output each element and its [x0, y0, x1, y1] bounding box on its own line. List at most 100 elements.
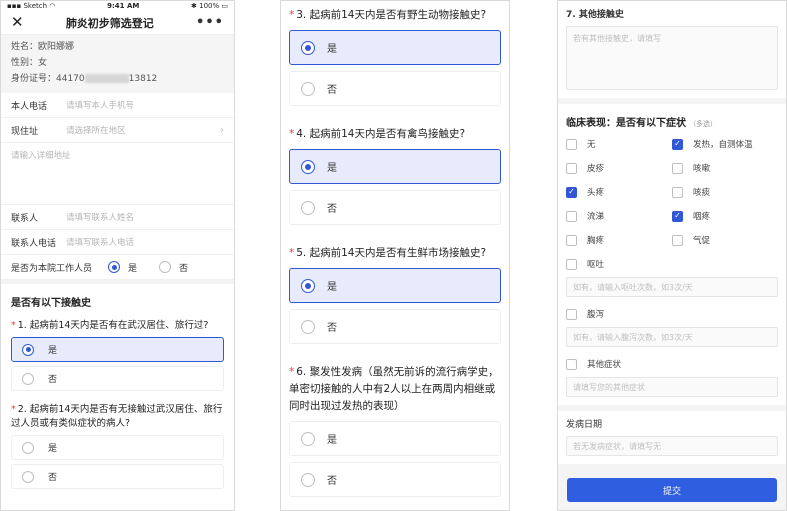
radio-unchecked-icon [22, 372, 34, 385]
q4-yes-option[interactable]: 是 [289, 149, 501, 184]
onset-card: 发病日期 若无发病症状，请填写无 [558, 411, 786, 464]
address-field[interactable]: 现住址 请选择所在地区 › [1, 118, 234, 143]
other-exposure-card: 7. 其他接触史 若有其他接触史，请填写 [558, 1, 786, 98]
patient-id: 身份证号：44170 13812 [11, 74, 158, 84]
onset-input[interactable]: 若无发病症状，请填写无 [566, 436, 778, 456]
vomit-count-input[interactable]: 如有，请输入呕吐次数，如3次/天 [566, 277, 778, 297]
symptom-rash[interactable]: 皮疹 [566, 161, 672, 175]
radio-checked-icon [301, 159, 315, 174]
status-bar: ▪▪▪ Sketch ◠ 9:41 AM ✱ 100% ▭ [1, 1, 234, 11]
radio-unchecked-icon [301, 472, 315, 487]
staff-yes-radio[interactable]: 是 [108, 261, 137, 274]
battery-label: ✱ 100% ▭ [191, 2, 228, 10]
symptom-diarrhea[interactable]: 腹泻 [566, 307, 778, 321]
radio-unchecked-icon [159, 261, 172, 273]
contact-phone-input[interactable]: 请填写联系人电话 [66, 236, 224, 248]
radio-checked-icon [301, 40, 315, 55]
q1-yes-option[interactable]: 是 [11, 337, 224, 362]
q2-no-option[interactable]: 否 [11, 464, 224, 489]
symptom-vomit[interactable]: 呕吐 [566, 257, 778, 271]
contact-field[interactable]: 联系人 请填写联系人姓名 [1, 205, 234, 230]
q5-yes-option[interactable]: 是 [289, 268, 501, 303]
patient-info: 姓名：欧阳娜娜 性别：女 身份证号：44170 13812 [1, 35, 234, 93]
symptom-fever[interactable]: ✓ 发热，自测体温 [672, 137, 778, 151]
nav-bar: ✕ 肺炎初步筛选登记 ••• [1, 11, 234, 35]
chevron-right-icon: › [220, 124, 224, 136]
question-1: * 1. 起病前14天内是否有在武汉居住、旅行过? [11, 320, 209, 331]
symptom-cough[interactable]: 咳嗽 [672, 161, 778, 175]
symptom-headache[interactable]: ✓ 头疼 [566, 185, 672, 199]
checkbox-icon [566, 358, 577, 370]
patient-name: 姓名：欧阳娜娜 [11, 42, 75, 52]
question-4: * 4. 起病前14天内是否有禽鸟接触史? [289, 128, 466, 140]
checkbox-icon [566, 162, 577, 174]
q4-no-option[interactable]: 否 [289, 190, 501, 225]
symptoms-title: 临床表现：是否有以下症状 （多选） [566, 118, 717, 129]
checkbox-icon [566, 210, 577, 222]
submit-button[interactable]: 提交 [567, 478, 777, 502]
q1-no-option[interactable]: 否 [11, 366, 224, 391]
checkbox-icon [566, 308, 577, 320]
question-6: * 6. 聚发性发病（虽然无前诉的流行病学史，单密切接触的人中有2人以上在两周内相… [289, 366, 499, 412]
symptom-grid: 无 ✓ 发热，自测体温 皮疹 咳嗽 ✓ 头疼 咳痰 流涕 ✓ 咽疼 胸疼 气促 [566, 137, 778, 247]
form-page-2: * 3. 起病前14天内是否有野生动物接触史? 是 否 * 4. 起病前14天内是否… [280, 0, 510, 511]
symptom-phlegm[interactable]: 咳痰 [672, 185, 778, 199]
other-exposure-input[interactable]: 若有其他接触史，请填写 [566, 26, 778, 90]
onset-label: 发病日期 [566, 420, 603, 430]
question-7: 7. 其他接触史 [566, 10, 624, 20]
radio-unchecked-icon [301, 81, 315, 96]
close-icon[interactable]: ✕ [11, 15, 24, 30]
checkbox-checked-icon: ✓ [566, 186, 577, 198]
radio-unchecked-icon [301, 319, 315, 334]
diarrhea-count-input[interactable]: 如有，请输入腹泻次数，如3次/天 [566, 327, 778, 347]
contact-input[interactable]: 请填写联系人姓名 [66, 211, 224, 223]
radio-unchecked-icon [301, 431, 315, 446]
phone-field[interactable]: 本人电话 请填写本人手机号 [1, 93, 234, 118]
radio-unchecked-icon [301, 200, 315, 215]
staff-field: 是否为本院工作人员 是 否 [1, 255, 234, 280]
symptom-chest-pain[interactable]: 胸疼 [566, 233, 672, 247]
redacted-block [84, 74, 129, 83]
form-page-3: 7. 其他接触史 若有其他接触史，请填写 临床表现：是否有以下症状 （多选） 无 … [557, 0, 787, 511]
staff-no-radio[interactable]: 否 [159, 261, 188, 274]
checkbox-icon [672, 162, 683, 174]
page-title: 肺炎初步筛选登记 [65, 16, 154, 30]
symptoms-card: 临床表现：是否有以下症状 （多选） 无 ✓ 发热，自测体温 皮疹 咳嗽 ✓ 头疼 咳痰… [558, 104, 786, 405]
detail-address-input[interactable]: 请输入详细地址 [1, 143, 234, 205]
more-icon[interactable]: ••• [196, 15, 224, 30]
checkbox-icon [566, 234, 577, 246]
checkbox-checked-icon: ✓ [672, 210, 683, 222]
q6-yes-option[interactable]: 是 [289, 421, 501, 456]
q3-no-option[interactable]: 否 [289, 71, 501, 106]
checkbox-icon [672, 234, 683, 246]
q6-no-option[interactable]: 否 [289, 462, 501, 497]
question-2: * 2. 起病前14天内是否有无接触过武汉居住、旅行过人员或有类似症状的病人? [11, 404, 223, 429]
question-3: * 3. 起病前14天内是否有野生动物接触史? [289, 9, 487, 21]
symptom-other[interactable]: 其他症状 [566, 357, 778, 371]
radio-checked-icon [301, 278, 315, 293]
q2-yes-option[interactable]: 是 [11, 435, 224, 460]
radio-unchecked-icon [22, 441, 34, 454]
q3-yes-option[interactable]: 是 [289, 30, 501, 65]
checkbox-checked-icon: ✓ [672, 138, 683, 150]
other-symptom-input[interactable]: 请填写您的其他症状 [566, 377, 778, 397]
checkbox-icon [566, 258, 577, 270]
symptom-runny-nose[interactable]: 流涕 [566, 209, 672, 223]
checkbox-icon [672, 186, 683, 198]
carrier-label: ▪▪▪ Sketch ◠ [7, 2, 56, 10]
patient-gender: 性别：女 [11, 58, 48, 68]
symptom-none[interactable]: 无 [566, 137, 672, 151]
radio-checked-icon [108, 261, 121, 273]
address-select[interactable]: 请选择所在地区 [66, 124, 220, 136]
phone-input[interactable]: 请填写本人手机号 [66, 99, 224, 111]
symptom-sore-throat[interactable]: ✓ 咽疼 [672, 209, 778, 223]
radio-unchecked-icon [22, 470, 34, 483]
question-5: * 5. 起病前14天内是否有生鲜市场接触史? [289, 247, 487, 259]
form-page-1: ▪▪▪ Sketch ◠ 9:41 AM ✱ 100% ▭ ✕ 肺炎初步筛选登记… [0, 0, 235, 511]
symptom-short-breath[interactable]: 气促 [672, 233, 778, 247]
contact-phone-field[interactable]: 联系人电话 请填写联系人电话 [1, 230, 234, 255]
clock: 9:41 AM [107, 2, 140, 10]
q5-no-option[interactable]: 否 [289, 309, 501, 344]
exposure-section-title: 是否有以下接触史 [1, 280, 234, 315]
radio-checked-icon [22, 343, 34, 356]
